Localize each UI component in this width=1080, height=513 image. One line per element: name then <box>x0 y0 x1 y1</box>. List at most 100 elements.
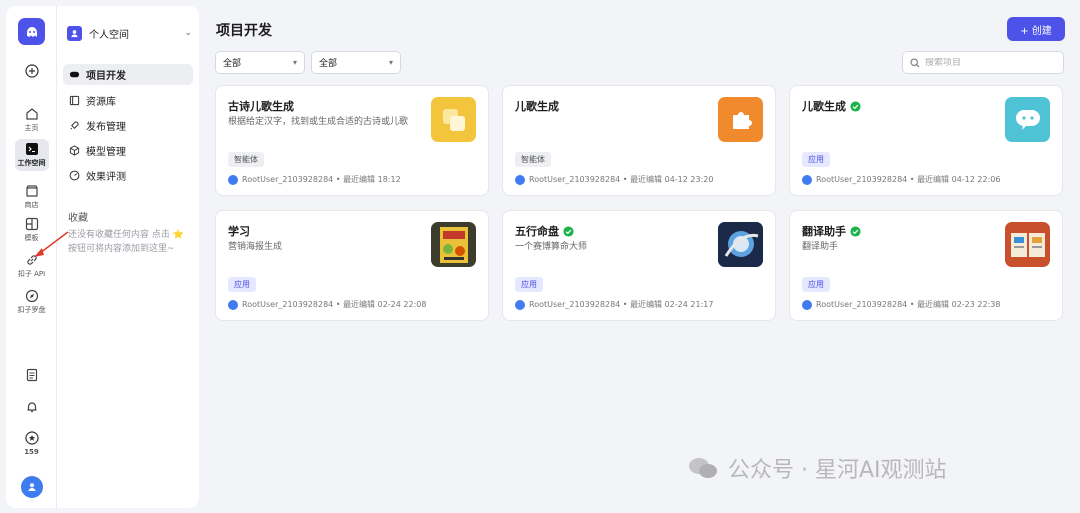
rail-item-store[interactable]: 商店 <box>6 184 57 210</box>
project-card[interactable]: 五行命盘 一个赛博算命大师 应用 RootUser_2103928284 • 最… <box>502 210 776 321</box>
chevron-down-icon: ⌄ <box>184 28 192 38</box>
card-meta: RootUser_2103928284 • 最近编辑 02-24 22:08 <box>228 299 426 310</box>
user-avatar[interactable] <box>21 476 43 498</box>
project-card[interactable]: 儿歌生成 智能体 RootUser_2103928284 • 最近编辑 04-1… <box>502 85 776 196</box>
project-card[interactable]: 古诗儿歌生成 根据给定汉字，找到或生成合适的古诗或儿歌 智能体 RootUser… <box>215 85 489 196</box>
type-tag: 应用 <box>802 277 830 292</box>
nav-label: 效果评测 <box>86 172 126 183</box>
card-title: 五行命盘 <box>515 223 574 239</box>
project-card[interactable]: 翻译助手 翻译助手 应用 RootUser_2103928284 • 最近编辑 … <box>789 210 1063 321</box>
rocket-icon <box>70 121 79 130</box>
bell-icon[interactable] <box>6 400 57 416</box>
select-value: 全部 <box>223 59 242 69</box>
nav-label: 项目开发 <box>86 71 126 82</box>
terminal-icon <box>25 143 38 155</box>
card-title: 儿歌生成 <box>515 100 559 113</box>
favorites-title: 收藏 <box>68 213 88 224</box>
verified-check-icon <box>850 225 861 237</box>
card-description: 一个赛博算命大师 <box>515 242 588 252</box>
space-name: 个人空间 <box>89 29 129 41</box>
owner-avatar-icon <box>802 174 812 185</box>
rail-label: 工作空间 <box>17 159 46 167</box>
library-icon <box>69 95 80 106</box>
type-tag: 智能体 <box>228 152 264 167</box>
compass-icon <box>25 289 38 303</box>
nav-item-evaluation[interactable]: 效果评测 <box>63 165 193 186</box>
rail-label: 商店 <box>24 201 39 209</box>
gauge-icon <box>69 170 80 181</box>
orb-thumbnail <box>718 222 763 267</box>
nav-item-projects[interactable]: 项目开发 <box>63 64 193 85</box>
rail-item-home[interactable]: 主页 <box>6 107 57 133</box>
owner-avatar-icon <box>228 299 238 310</box>
rail-item-compass[interactable]: 扣子罗盘 <box>6 289 57 315</box>
search-icon <box>910 57 920 67</box>
icon-rail: 主页 工作空间 商店 模板 扣子 API 扣子罗盘 159 <box>6 6 57 508</box>
status-filter-select[interactable]: 全部 ▾ <box>311 51 401 74</box>
nav-label: 资源库 <box>86 97 116 108</box>
space-selector[interactable]: 个人空间 ⌄ <box>67 22 192 44</box>
points-badge[interactable]: 159 <box>6 431 57 457</box>
favorites-empty-text: 还没有收藏任何内容 点击 ⭐ 按钮可将内容添加到这里~ <box>68 230 184 254</box>
verified-check-icon <box>850 100 861 112</box>
select-value: 全部 <box>319 59 338 69</box>
poster-thumbnail <box>431 222 476 267</box>
card-title: 翻译助手 <box>802 223 861 239</box>
watermark-text: 公众号 · 星河AI观测站 <box>728 458 947 483</box>
create-button[interactable]: + 创建 <box>1007 17 1065 41</box>
rail-label: 扣子 API <box>17 270 46 278</box>
book-thumbnail <box>1005 222 1050 267</box>
yellow-squares-icon <box>431 97 476 142</box>
template-icon <box>25 217 38 231</box>
card-meta: RootUser_2103928284 • 最近编辑 02-23 22:38 <box>802 299 1000 310</box>
owner-avatar-icon <box>515 299 525 310</box>
puzzle-icon <box>718 97 763 142</box>
type-filter-select[interactable]: 全部 ▾ <box>215 51 305 74</box>
search-box[interactable] <box>902 51 1064 74</box>
chat-bubble-icon <box>1005 97 1050 142</box>
card-description: 营销海报生成 <box>228 242 283 252</box>
card-description: 根据给定汉字，找到或生成合适的古诗或儿歌 <box>228 117 409 127</box>
type-tag: 智能体 <box>515 152 551 167</box>
project-card[interactable]: 学习 营销海报生成 应用 RootUser_2103928284 • 最近编辑 … <box>215 210 489 321</box>
owner-avatar-icon <box>515 174 525 185</box>
rail-item-api[interactable]: 扣子 API <box>6 253 57 279</box>
nav-label: 模型管理 <box>86 147 126 158</box>
rail-item-templates[interactable]: 模板 <box>6 217 57 243</box>
card-title: 学习 <box>228 225 250 238</box>
card-title: 儿歌生成 <box>802 98 861 114</box>
chevron-down-icon: ▾ <box>388 58 393 67</box>
type-tag: 应用 <box>515 277 543 292</box>
points-count: 159 <box>24 448 39 456</box>
main-content: 项目开发 + 创建 全部 ▾ 全部 ▾ 古诗儿歌生成 根据给定汉字，找到或生成合… <box>207 6 1073 508</box>
rail-label: 主页 <box>24 124 39 132</box>
docs-icon[interactable] <box>6 368 57 384</box>
star-badge-icon <box>24 431 39 445</box>
app-logo[interactable] <box>18 18 45 45</box>
owner-avatar-icon <box>802 299 812 310</box>
card-description: 翻译助手 <box>802 242 839 252</box>
store-icon <box>25 185 38 197</box>
card-meta: RootUser_2103928284 • 最近编辑 04-12 23:20 <box>515 174 713 185</box>
page-title: 项目开发 <box>216 23 272 39</box>
secondary-nav: 个人空间 ⌄ 项目开发 资源库 发布管理 模型管理 效果评测 收藏 还没有收藏任… <box>57 6 199 508</box>
create-plus-icon[interactable] <box>6 64 57 80</box>
search-input[interactable] <box>925 57 1055 68</box>
link-icon <box>26 255 37 265</box>
rail-label: 模板 <box>24 234 39 242</box>
chevron-down-icon: ▾ <box>292 58 297 67</box>
card-meta: RootUser_2103928284 • 最近编辑 04-12 22:06 <box>802 174 1000 185</box>
type-tag: 应用 <box>802 152 830 167</box>
nav-item-publish[interactable]: 发布管理 <box>63 115 193 136</box>
card-meta: RootUser_2103928284 • 最近编辑 18:12 <box>228 174 401 185</box>
rail-item-workspace[interactable]: 工作空间 <box>6 139 57 171</box>
gamepad-icon <box>69 71 80 78</box>
nav-item-library[interactable]: 资源库 <box>63 90 193 111</box>
owner-avatar-icon <box>228 174 238 185</box>
project-card[interactable]: 儿歌生成 应用 RootUser_2103928284 • 最近编辑 04-12… <box>789 85 1063 196</box>
card-title: 古诗儿歌生成 <box>228 100 294 113</box>
nav-item-models[interactable]: 模型管理 <box>63 140 193 161</box>
wechat-icon <box>689 458 717 478</box>
nav-label: 发布管理 <box>86 122 126 133</box>
watermark: 公众号 · 星河AI观测站 <box>688 452 947 484</box>
